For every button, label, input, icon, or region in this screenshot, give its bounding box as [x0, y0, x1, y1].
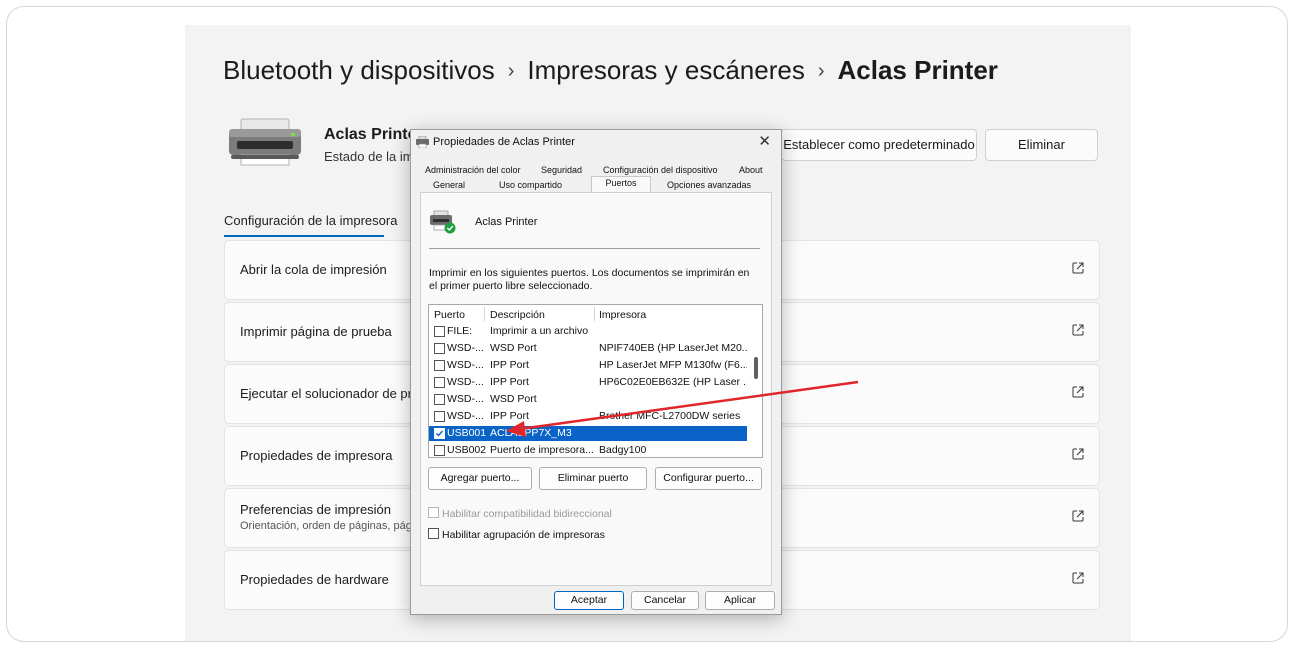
- printer-pooling-checkbox[interactable]: Habilitar agrupación de impresoras: [428, 528, 605, 541]
- tab-general[interactable]: General: [433, 180, 465, 190]
- port-printer: HP6C02E0EB632E (HP Laser ...: [599, 376, 747, 388]
- port-description: WSD Port: [490, 393, 537, 405]
- port-checkbox[interactable]: [434, 326, 445, 337]
- checkmark-icon: [436, 430, 444, 437]
- port-row[interactable]: USB002 Puerto de impresora... Badgy100: [429, 443, 747, 457]
- card-label: Propiedades de impresora: [240, 448, 393, 463]
- breadcrumb-printers[interactable]: Impresoras y escáneres: [527, 55, 804, 86]
- port-name: USB002: [447, 444, 487, 456]
- port-printer: NPIF740EB (HP LaserJet M20...: [599, 342, 747, 354]
- column-header-port[interactable]: Puerto: [434, 309, 465, 321]
- port-printer: Brother MFC-L2700DW series: [599, 410, 741, 422]
- apply-button[interactable]: Aplicar: [705, 591, 775, 610]
- port-name: WSD-...: [447, 393, 484, 405]
- cancel-button[interactable]: Cancelar: [631, 591, 699, 610]
- printer-properties-dialog: Propiedades de Aclas Printer ✕ Administr…: [410, 129, 782, 615]
- tab-security[interactable]: Seguridad: [541, 165, 582, 175]
- port-checkbox[interactable]: [434, 360, 445, 371]
- open-external-icon: [1072, 572, 1084, 584]
- close-icon[interactable]: ✕: [758, 132, 771, 150]
- tab-about[interactable]: About: [739, 165, 763, 175]
- port-checkbox[interactable]: [434, 394, 445, 405]
- set-default-button[interactable]: Establecer como predeterminado: [781, 129, 977, 161]
- dialog-printer-name: Aclas Printer: [475, 216, 538, 228]
- tab-sharing[interactable]: Uso compartido: [499, 180, 562, 190]
- port-name: WSD-...: [447, 359, 484, 371]
- section-underline: [224, 235, 384, 237]
- divider: [429, 248, 760, 249]
- port-row[interactable]: WSD-... IPP Port Brother MFC-L2700DW ser…: [429, 409, 747, 424]
- add-port-button[interactable]: Agregar puerto...: [428, 467, 532, 490]
- ports-description: Imprimir en los siguientes puertos. Los …: [429, 267, 750, 292]
- breadcrumb: Bluetooth y dispositivos › Impresoras y es…: [223, 55, 998, 86]
- open-external-icon: [1072, 386, 1084, 398]
- card-label: Preferencias de impresión: [240, 502, 392, 517]
- printer-icon: [229, 118, 301, 166]
- port-checkbox[interactable]: [434, 377, 445, 388]
- column-divider: [484, 307, 485, 321]
- open-external-icon: [1072, 510, 1084, 522]
- tab-ports[interactable]: Puertos: [591, 176, 651, 193]
- open-external-icon: [1072, 324, 1084, 336]
- port-name: FILE:: [447, 325, 473, 337]
- page-title: Aclas Printer: [837, 55, 998, 85]
- port-checkbox-checked[interactable]: [434, 428, 445, 439]
- port-row[interactable]: WSD-... IPP Port HP LaserJet MFP M130fw …: [429, 358, 747, 373]
- port-checkbox[interactable]: [434, 411, 445, 422]
- port-row[interactable]: WSD-... WSD Port: [429, 392, 747, 407]
- list-scrollbar[interactable]: [754, 357, 758, 379]
- configure-port-button[interactable]: Configurar puerto...: [655, 467, 762, 490]
- port-row[interactable]: WSD-... WSD Port NPIF740EB (HP LaserJet …: [429, 341, 747, 356]
- port-printer: Badgy100: [599, 444, 647, 456]
- port-checkbox[interactable]: [434, 343, 445, 354]
- tab-advanced[interactable]: Opciones avanzadas: [667, 180, 751, 190]
- port-description: IPP Port: [490, 410, 529, 422]
- port-name: WSD-...: [447, 376, 484, 388]
- breadcrumb-separator-icon: ›: [507, 60, 515, 82]
- column-header-printer[interactable]: Impresora: [599, 309, 646, 321]
- port-checkbox[interactable]: [434, 445, 445, 456]
- port-description: ACLASPP7X_M3: [490, 427, 572, 439]
- pooling-label: Habilitar agrupación de impresoras: [442, 529, 605, 541]
- port-description: IPP Port: [490, 359, 529, 371]
- port-name: WSD-...: [447, 342, 484, 354]
- ports-list[interactable]: Puerto Descripción Impresora FILE: Impri…: [428, 304, 763, 458]
- port-description: WSD Port: [490, 342, 537, 354]
- printer-name: Aclas Printer: [324, 126, 423, 143]
- card-label: Abrir la cola de impresión: [240, 262, 387, 277]
- port-row[interactable]: WSD-... IPP Port HP6C02E0EB632E (HP Lase…: [429, 375, 747, 390]
- port-row-selected[interactable]: USB001 ACLASPP7X_M3: [429, 426, 747, 441]
- card-sublabel: Orientación, orden de páginas, págin: [240, 520, 421, 532]
- open-external-icon: [1072, 262, 1084, 274]
- port-description: Imprimir a un archivo: [490, 325, 589, 337]
- ok-button[interactable]: Aceptar: [554, 591, 624, 610]
- port-description: IPP Port: [490, 376, 529, 388]
- port-description: Puerto de impresora...: [490, 444, 594, 456]
- checkbox-box: [428, 507, 439, 518]
- port-name: USB001: [447, 427, 487, 439]
- port-name: WSD-...: [447, 410, 484, 422]
- card-label: Imprimir página de prueba: [240, 324, 392, 339]
- dialog-title: Propiedades de Aclas Printer: [433, 136, 575, 148]
- tab-device-settings[interactable]: Configuración del dispositivo: [603, 165, 718, 175]
- section-title: Configuración de la impresora: [224, 213, 398, 228]
- breadcrumb-separator-icon: ›: [817, 60, 825, 82]
- tab-color-management[interactable]: Administración del color: [425, 165, 521, 175]
- printer-ok-icon: [430, 210, 456, 234]
- delete-port-button[interactable]: Eliminar puerto: [539, 467, 647, 490]
- bidirectional-checkbox: Habilitar compatibilidad bidireccional: [428, 507, 612, 520]
- port-printer: HP LaserJet MFP M130fw (F6...: [599, 359, 747, 371]
- column-header-description[interactable]: Descripción: [490, 309, 545, 321]
- card-label: Ejecutar el solucionador de probl: [240, 386, 430, 401]
- port-row[interactable]: FILE: Imprimir a un archivo: [429, 324, 747, 339]
- checkbox-box[interactable]: [428, 528, 439, 539]
- card-label: Propiedades de hardware: [240, 572, 389, 587]
- column-divider: [594, 307, 595, 321]
- open-external-icon: [1072, 448, 1084, 460]
- breadcrumb-bluetooth[interactable]: Bluetooth y dispositivos: [223, 55, 495, 86]
- remove-printer-button[interactable]: Eliminar: [985, 129, 1098, 161]
- printer-small-icon: [416, 136, 429, 148]
- bidirectional-label: Habilitar compatibilidad bidireccional: [442, 508, 612, 520]
